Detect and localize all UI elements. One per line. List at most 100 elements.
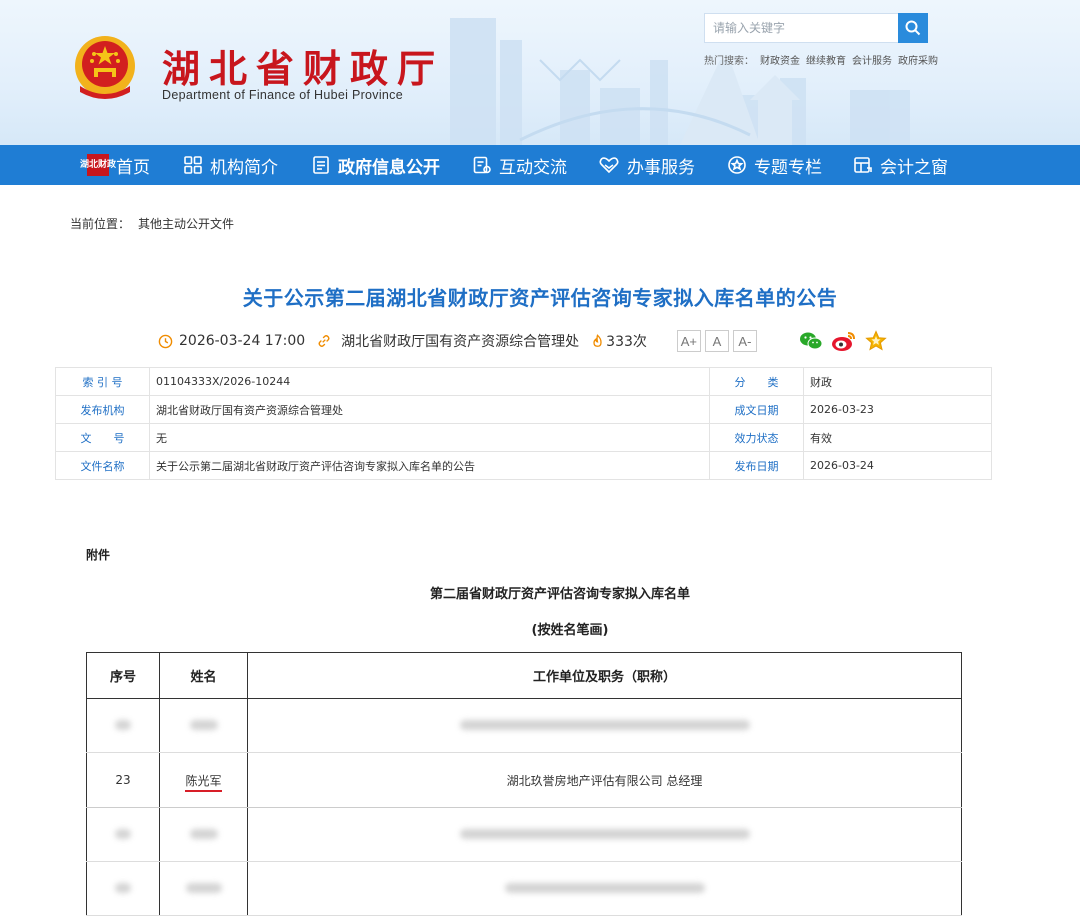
column-header: 工作单位及职务（职称） [247,652,962,699]
nav-item-label: 互动交流 [499,157,567,178]
info-row: 索 引 号 01104333X/2026-10244 分 类 财政 [55,367,992,396]
nav-item-label: 专题专栏 [754,157,822,178]
hot-search-item[interactable]: 会计服务 [852,52,892,67]
info-row: 文 号 无 效力状态 有效 [55,423,992,452]
font-increase-button[interactable]: A+ [676,330,701,352]
publish-time-text: 2026-03-24 17:00 [179,333,306,349]
info-row: 文件名称 关于公示第二届湖北省财政厅资产评估咨询专家拟入库名单的公告 发布日期 … [55,451,992,480]
document-info-table: 索 引 号 01104333X/2026-10244 分 类 财政 发布机构 湖… [55,367,992,480]
nav-item-label: 首页 [116,157,150,178]
search-box [704,13,928,43]
favorite-star-icon[interactable] [865,330,887,352]
article-title: 关于公示第二届湖北省财政厅资产评估咨询专家拟入库名单的公告 [242,286,838,310]
redacted-cell [86,861,160,916]
nav-item-special[interactable]: 专题专栏 [727,145,822,185]
nav-item-services[interactable]: 办事服务 [598,145,695,185]
info-key: 发布机构 [55,395,150,424]
grid-icon [184,156,202,174]
breadcrumb-label: 当前位置： [70,217,131,231]
redacted-cell [247,807,962,862]
window-icon [854,157,872,173]
row-organization: 湖北玖誉房地产评估有限公司 总经理 [247,752,962,808]
table-row-redacted [86,807,962,862]
info-key: 效力状态 [709,423,804,452]
national-emblem-icon [75,36,135,99]
list-title: 第二届省财政厅资产评估咨询专家拟入库名单 [429,587,690,602]
highlighted-name: 陈光军 [185,773,222,792]
info-row: 发布机构 湖北省财政厅国有资产资源综合管理处 成文日期 2026-03-23 [55,395,992,424]
hot-search-item[interactable]: 财政资金 [760,52,800,67]
font-decrease-button[interactable]: A- [732,330,757,352]
info-value: 关于公示第二届湖北省财政厅资产评估咨询专家拟入库名单的公告 [149,451,710,480]
share-buttons [799,330,887,352]
star-circle-icon [728,156,746,174]
publish-time: 2026-03-24 17:00 [158,333,305,349]
info-value: 01104333X/2026-10244 [149,367,710,396]
search-button[interactable] [898,13,928,43]
info-value: 有效 [803,423,992,452]
source-text: 湖北省财政厅国有资产资源综合管理处 [341,334,580,350]
nav-item-about[interactable]: 机构简介 [183,145,278,185]
row-name: 陈光军 [159,752,248,808]
search-input[interactable] [704,13,898,43]
wechat-icon[interactable] [799,331,823,351]
clock-icon [158,334,173,348]
weibo-icon[interactable] [831,330,857,352]
breadcrumb: 当前位置： 其他主动公开文件 [70,215,234,232]
nav-item-label: 会计之窗 [880,157,948,178]
view-count-text: 333次 [606,334,647,350]
info-value: 2026-03-24 [803,451,992,480]
info-value: 2026-03-23 [803,395,992,424]
list-subtitle: (按姓名笔画) [531,623,609,638]
redacted-cell [86,698,160,753]
info-key: 文件名称 [55,451,150,480]
info-value: 无 [149,423,710,452]
table-header-row: 序号 姓名 工作单位及职务（职称） [86,652,962,699]
document-icon [313,156,329,174]
column-header: 序号 [86,652,160,699]
font-size-controls: A+ A A- [676,330,761,352]
main-nav: 湖北财政 首页 机构简介 政府信息公开 互动交流 办事服务 专题专栏 会计之窗 [0,145,1080,185]
hot-search: 热门搜索： 财政资金 继续教育 会计服务 政府采购 [704,52,938,67]
info-value: 湖北省财政厅国有资产资源综合管理处 [149,395,710,424]
table-row: 23 陈光军 湖北玖誉房地产评估有限公司 总经理 [86,752,962,808]
hot-search-label: 热门搜索： [704,56,754,67]
redacted-cell [159,698,248,753]
site-title: 湖北省财政厅 [162,46,445,91]
column-header: 姓名 [159,652,248,699]
nav-item-accounting[interactable]: 会计之窗 [853,145,948,185]
chat-form-icon [473,156,491,174]
redacted-cell [247,861,962,916]
source: 湖北省财政厅国有资产资源综合管理处 [317,331,579,351]
breadcrumb-current[interactable]: 其他主动公开文件 [138,217,234,231]
nav-item-label: 机构简介 [210,157,278,178]
hot-search-item[interactable]: 政府采购 [898,52,938,67]
table-row-redacted [86,698,962,753]
link-icon [318,335,330,347]
view-count: 333次 [591,331,647,351]
fire-icon [593,334,602,347]
redacted-cell [159,861,248,916]
heart-hands-icon [599,157,619,174]
nav-item-interaction[interactable]: 互动交流 [472,145,567,185]
info-key: 成文日期 [709,395,804,424]
redacted-cell [86,807,160,862]
home-badge-icon: 湖北财政 [80,154,116,176]
redacted-cell [159,807,248,862]
nav-item-gov-info[interactable]: 政府信息公开 [311,145,440,185]
info-key: 文 号 [55,423,150,452]
nav-item-label: 办事服务 [627,157,695,178]
site-subtitle: Department of Finance of Hubei Province [162,88,403,102]
table-row-redacted [86,861,962,916]
expert-list-table: 序号 姓名 工作单位及职务（职称） 23 陈光军 湖北玖誉房地产评估有限公司 总… [86,652,962,916]
hot-search-item[interactable]: 继续教育 [806,52,846,67]
nav-item-home[interactable]: 湖北财政 首页 [80,145,150,185]
info-key: 发布日期 [709,451,804,480]
info-value: 财政 [803,367,992,396]
row-number: 23 [86,752,160,808]
site-header: 湖北省财政厅 Department of Finance of Hubei Pr… [0,0,1080,145]
font-reset-button[interactable]: A [704,330,729,352]
search-icon [905,20,921,36]
redacted-cell [247,698,962,753]
info-key: 索 引 号 [55,367,150,396]
